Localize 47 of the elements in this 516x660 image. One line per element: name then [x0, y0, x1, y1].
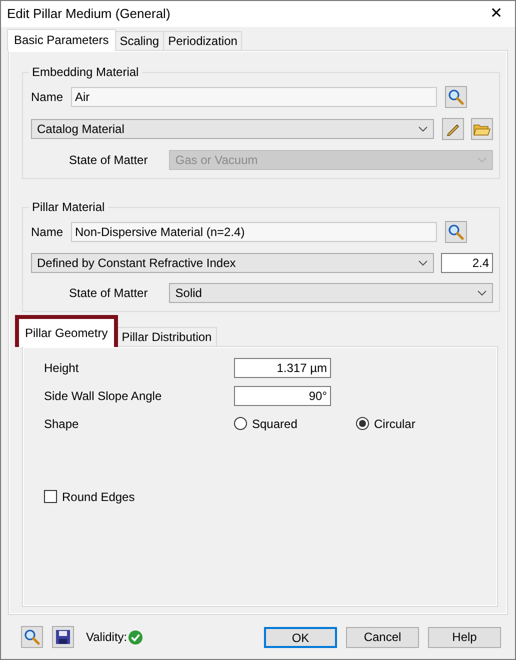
- value-field[interactable]: 90°: [234, 386, 331, 406]
- field-label: Name: [31, 224, 64, 241]
- validity-label: Validity:: [86, 629, 128, 646]
- search-button[interactable]: [21, 626, 43, 648]
- chevron-icon: [418, 126, 428, 132]
- group-title: Embedding Material: [29, 64, 142, 79]
- search-button[interactable]: [445, 86, 467, 108]
- value-field[interactable]: 1.317 µm: [234, 358, 331, 378]
- checkbox[interactable]: [44, 490, 57, 504]
- checkbox-option[interactable]: Round Edges: [44, 488, 135, 506]
- dropdown[interactable]: Solid: [169, 282, 493, 303]
- tab[interactable]: Periodization: [164, 30, 242, 50]
- dropdown[interactable]: Catalog Material: [31, 118, 434, 139]
- dialog-button[interactable]: Cancel: [346, 626, 419, 648]
- search-button[interactable]: [445, 220, 467, 243]
- chevron-icon: [418, 260, 428, 266]
- dropdown[interactable]: Defined by Constant Refractive Index: [31, 252, 434, 273]
- dialog-button[interactable]: OK: [264, 626, 337, 648]
- window-title: Edit Pillar Medium (General): [7, 5, 170, 24]
- search-icon: [448, 224, 464, 240]
- tab[interactable]: Pillar Distribution: [118, 326, 217, 346]
- radio-button[interactable]: [356, 417, 369, 430]
- open-button[interactable]: [471, 118, 493, 140]
- dialog-button[interactable]: Help: [428, 626, 501, 648]
- field-label: Shape: [44, 416, 80, 433]
- close-button[interactable]: ✕: [490, 6, 503, 22]
- radio-option[interactable]: Circular: [356, 414, 478, 433]
- field-label: Side Wall Slope Angle: [44, 388, 163, 405]
- name-field[interactable]: Non-Dispersive Material (n=2.4): [71, 222, 437, 242]
- field-label: State of Matter: [68, 284, 149, 302]
- tab[interactable]: Scaling: [116, 30, 164, 50]
- chevron-icon: [477, 290, 487, 296]
- edit-button[interactable]: [442, 118, 464, 140]
- save-button[interactable]: [52, 626, 74, 648]
- field-label: Name: [31, 88, 64, 106]
- tab[interactable]: Pillar Geometry: [15, 314, 118, 347]
- radio-option[interactable]: Squared: [234, 414, 356, 433]
- search-icon: [24, 629, 40, 646]
- chevron-icon: [477, 156, 487, 163]
- index-field[interactable]: 2.4: [441, 252, 493, 273]
- name-field[interactable]: Air: [71, 86, 437, 107]
- radio-button[interactable]: [234, 417, 247, 430]
- search-icon: [448, 88, 464, 105]
- tab[interactable]: Basic Parameters: [7, 28, 116, 51]
- group-title: Pillar Material: [29, 200, 108, 214]
- field-label: State of Matter: [68, 152, 149, 169]
- field-label: Height: [44, 360, 80, 377]
